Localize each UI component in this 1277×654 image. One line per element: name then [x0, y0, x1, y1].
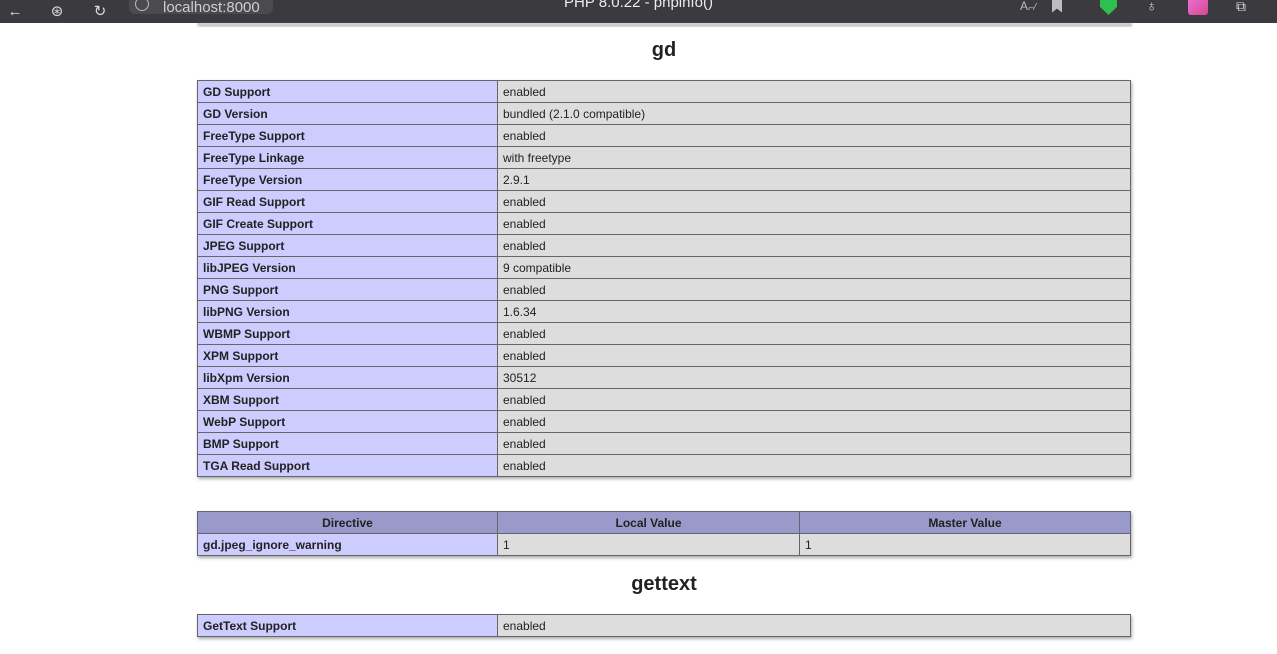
- table-row: TGA Read Support enabled: [197, 454, 1131, 477]
- row-label: JPEG Support: [197, 234, 498, 257]
- table-bottom-edge: [197, 23, 1131, 25]
- row-label: FreeType Linkage: [197, 146, 498, 169]
- row-value: enabled: [497, 388, 1131, 411]
- row-label: GD Version: [197, 102, 498, 125]
- row-label: WBMP Support: [197, 322, 498, 345]
- gd-directives-table: Directive Local Value Master Value gd.jp…: [197, 511, 1131, 556]
- table-row: WebP Support enabled: [197, 410, 1131, 433]
- section-heading-gd: gd: [651, 39, 677, 61]
- row-label: libPNG Version: [197, 300, 498, 323]
- table-row: GD Version bundled (2.1.0 compatible): [197, 102, 1131, 125]
- row-label: XBM Support: [197, 388, 498, 411]
- window-title: PHP 8.0.22 - phpinfo(): [564, 0, 713, 11]
- section-heading-gettext: gettext: [631, 573, 697, 595]
- directive-name: gd.jpeg_ignore_warning: [197, 533, 498, 556]
- header-local-value: Local Value: [497, 511, 800, 534]
- table-row: JPEG Support enabled: [197, 234, 1131, 257]
- table-row: gd.jpeg_ignore_warning 1 1: [197, 533, 1131, 556]
- row-label: GIF Read Support: [197, 190, 498, 213]
- row-value: 2.9.1: [497, 168, 1131, 191]
- row-value: enabled: [497, 410, 1131, 433]
- table-row: WBMP Support enabled: [197, 322, 1131, 345]
- row-label: GetText Support: [197, 614, 498, 637]
- row-label: FreeType Support: [197, 124, 498, 147]
- row-label: FreeType Version: [197, 168, 498, 191]
- row-value: enabled: [497, 454, 1131, 477]
- row-label: libXpm Version: [197, 366, 498, 389]
- row-value: enabled: [497, 614, 1131, 637]
- table-row: GD Support enabled: [197, 80, 1131, 103]
- directive-local-value: 1: [497, 533, 800, 556]
- row-value: 30512: [497, 366, 1131, 389]
- browser-toolbar: ← ⊛ ↻ localhost:8000 PHP 8.0.22 - phpinf…: [0, 0, 1277, 23]
- read-aloud-icon[interactable]: A୷: [1020, 0, 1037, 16]
- row-label: GD Support: [197, 80, 498, 103]
- table-row: FreeType Version 2.9.1: [197, 168, 1131, 191]
- row-label: PNG Support: [197, 278, 498, 301]
- row-value: enabled: [497, 212, 1131, 235]
- table-row: FreeType Support enabled: [197, 124, 1131, 147]
- bookmark-icon[interactable]: [1052, 0, 1064, 16]
- row-value: enabled: [497, 234, 1131, 257]
- row-value: enabled: [497, 344, 1131, 367]
- table-row: BMP Support enabled: [197, 432, 1131, 455]
- table-row: libPNG Version 1.6.34: [197, 300, 1131, 323]
- row-value: 1.6.34: [497, 300, 1131, 323]
- profile-avatar[interactable]: [1188, 0, 1208, 16]
- directives-header-row: Directive Local Value Master Value: [197, 511, 1131, 534]
- table-row: GIF Read Support enabled: [197, 190, 1131, 213]
- row-value: enabled: [497, 124, 1131, 147]
- row-label: XPM Support: [197, 344, 498, 367]
- phpinfo-content: gd GD Support enabled GD Version bundled (2…: [197, 23, 1131, 637]
- table-row: libXpm Version 30512: [197, 366, 1131, 389]
- gettext-info-table: GetText Support enabled: [197, 614, 1131, 637]
- row-label: libJPEG Version: [197, 256, 498, 279]
- table-row: GetText Support enabled: [197, 614, 1131, 637]
- header-master-value: Master Value: [799, 511, 1131, 534]
- row-label: BMP Support: [197, 432, 498, 455]
- table-row: XPM Support enabled: [197, 344, 1131, 367]
- table-row: libJPEG Version 9 compatible: [197, 256, 1131, 279]
- table-row: FreeType Linkage with freetype: [197, 146, 1131, 169]
- lightbulb-icon[interactable]: ♁: [1146, 0, 1164, 16]
- row-label: TGA Read Support: [197, 454, 498, 477]
- header-directive: Directive: [197, 511, 498, 534]
- collections-icon[interactable]: ⧉: [1236, 0, 1254, 16]
- row-value: enabled: [497, 322, 1131, 345]
- row-value: with freetype: [497, 146, 1131, 169]
- row-label: GIF Create Support: [197, 212, 498, 235]
- shield-icon[interactable]: [1100, 0, 1120, 16]
- row-value: enabled: [497, 432, 1131, 455]
- gd-info-table: GD Support enabled GD Version bundled (2.1.…: [197, 80, 1131, 477]
- directive-master-value: 1: [799, 533, 1131, 556]
- row-value: 9 compatible: [497, 256, 1131, 279]
- row-label: WebP Support: [197, 410, 498, 433]
- table-row: XBM Support enabled: [197, 388, 1131, 411]
- row-value: enabled: [497, 278, 1131, 301]
- row-value: enabled: [497, 80, 1131, 103]
- row-value: enabled: [497, 190, 1131, 213]
- table-row: PNG Support enabled: [197, 278, 1131, 301]
- table-row: GIF Create Support enabled: [197, 212, 1131, 235]
- row-value: bundled (2.1.0 compatible): [497, 102, 1131, 125]
